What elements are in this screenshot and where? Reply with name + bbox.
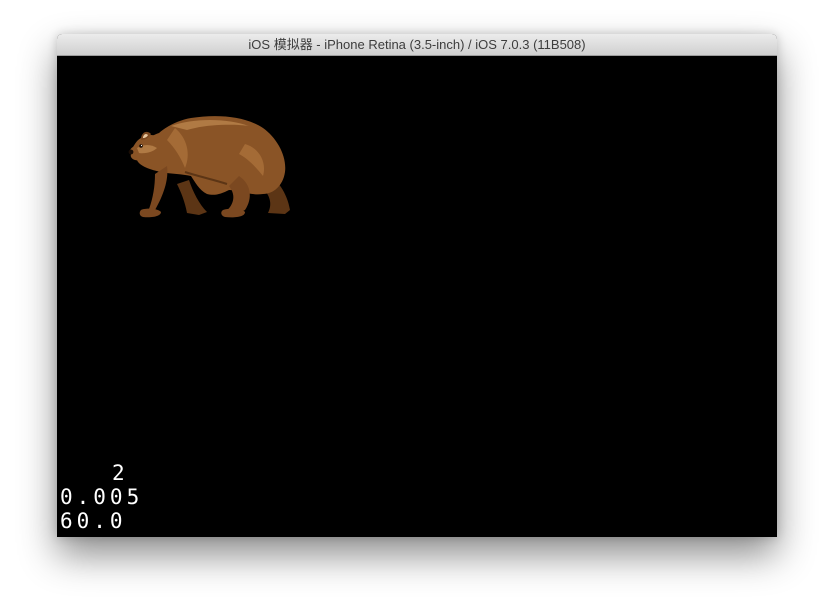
simulator-window: iOS 模拟器 - iPhone Retina (3.5-inch) / iOS… bbox=[57, 34, 777, 537]
bear-eye-shine bbox=[140, 144, 143, 147]
bear-hind-paw bbox=[221, 208, 245, 218]
bear-front-leg bbox=[142, 166, 168, 214]
bear-eye bbox=[139, 144, 143, 148]
debug-stats-overlay: 2 0.005 60.0 bbox=[60, 461, 180, 533]
draw-calls-readout: 2 bbox=[112, 461, 129, 485]
seconds-per-frame-readout: 0.005 bbox=[60, 485, 144, 509]
fps-readout: 60.0 bbox=[60, 509, 127, 533]
device-screen[interactable]: 2 0.005 60.0 bbox=[57, 56, 777, 537]
window-titlebar[interactable]: iOS 模拟器 - iPhone Retina (3.5-inch) / iOS… bbox=[57, 34, 777, 56]
bear-front-paw bbox=[139, 208, 161, 218]
window-title: iOS 模拟器 - iPhone Retina (3.5-inch) / iOS… bbox=[248, 37, 586, 52]
brown-bear-icon bbox=[128, 116, 290, 218]
bear-nose bbox=[128, 149, 134, 155]
